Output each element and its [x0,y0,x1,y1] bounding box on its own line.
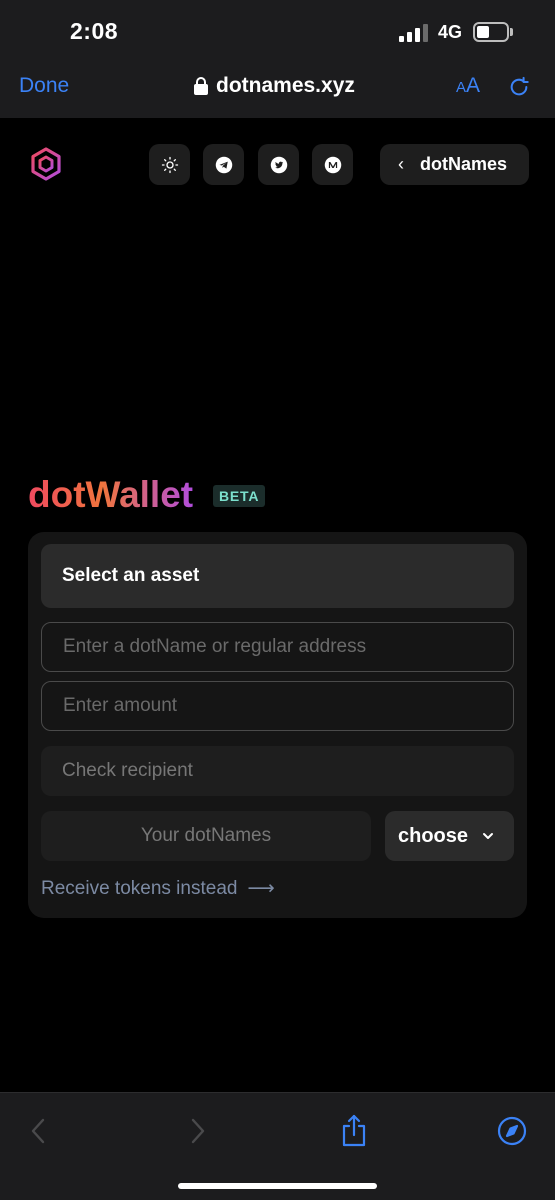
telegram-icon [215,156,232,173]
forward-nav-button[interactable] [180,1113,216,1149]
theme-toggle-button[interactable] [149,144,190,185]
select-asset-button[interactable]: Select an asset [41,544,514,608]
reload-icon[interactable] [508,76,530,98]
chevron-right-icon [191,1118,205,1144]
text-size-small-a: A [456,79,467,96]
your-dotnames-button[interactable]: Your dotNames [41,811,371,861]
arrow-right-icon: ⟶ [247,878,275,899]
compass-icon [497,1116,527,1146]
battery-cap [510,28,513,36]
text-size-button[interactable]: AA [456,74,480,98]
network-type: 4G [438,22,463,42]
choose-dropdown[interactable]: choose [385,811,514,861]
url-text: dotnames.xyz [216,74,355,97]
back-to-dotnames-button[interactable]: ‹ dotNames [380,144,529,185]
url-display[interactable]: dotnames.xyz [194,72,355,100]
recipient-input[interactable] [41,622,514,672]
browser-top-chrome: 2:08 4G Done dotnames.xyz AA [0,0,555,118]
share-icon [342,1114,366,1147]
battery-icon [473,22,509,42]
text-size-large-a: A [466,74,481,97]
receive-tokens-label: Receive tokens instead [41,877,238,899]
signal-strength-icon [399,24,429,42]
receive-tokens-link[interactable]: Receive tokens instead ⟶ [41,877,275,900]
back-to-dotnames-label: dotNames [420,154,508,174]
safari-address-bar: Done dotnames.xyz AA [0,62,555,112]
chevron-down-icon [483,833,494,839]
beta-badge: BETA [213,485,266,507]
telegram-button[interactable] [203,144,244,185]
chevron-left-icon: ‹ [398,154,404,174]
dotnames-logo-icon[interactable] [28,146,64,182]
share-button[interactable] [336,1113,372,1149]
twitter-icon [270,156,287,173]
status-time: 2:08 [70,18,119,44]
bookmarks-compass-button[interactable] [494,1113,530,1149]
check-recipient-button[interactable]: Check recipient [41,746,514,796]
home-indicator [178,1183,377,1189]
medium-icon [324,156,341,173]
sun-icon [161,156,178,173]
back-nav-button[interactable] [20,1113,56,1149]
amount-input[interactable] [41,681,514,731]
chevron-left-icon [31,1118,45,1144]
page-title: dotWallet [28,474,194,515]
lock-icon [194,77,208,95]
medium-button[interactable] [312,144,353,185]
wallet-card: Select an asset Check recipient Your dot… [28,532,527,918]
choose-label: choose [398,824,469,847]
twitter-button[interactable] [258,144,299,185]
done-button[interactable]: Done [19,74,69,98]
